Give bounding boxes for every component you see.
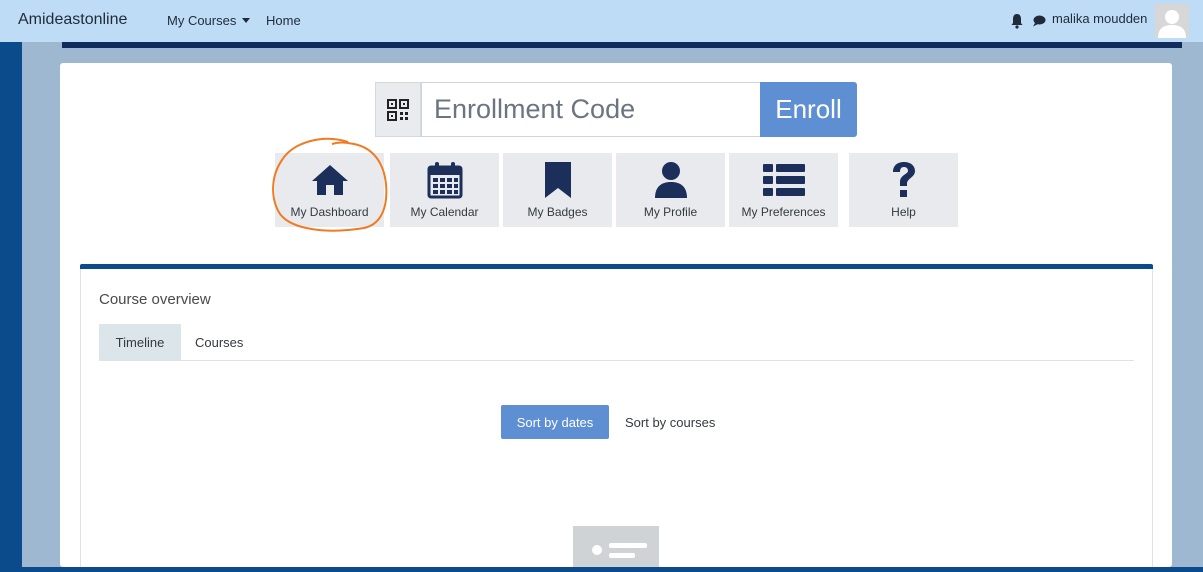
nav-my-courses[interactable]: My Courses (167, 13, 251, 28)
enroll-button[interactable]: Enroll (760, 82, 857, 137)
tab-timeline[interactable]: Timeline (99, 324, 181, 360)
calendar-icon (427, 162, 462, 199)
qr-code-icon (387, 98, 409, 121)
tile-label: My Calendar (410, 205, 479, 219)
top-navbar: Amideastonline My Courses Home malika mo… (0, 0, 1203, 42)
course-overview-title: Course overview (99, 291, 211, 308)
tile-label: My Dashboard (290, 205, 369, 219)
user-name[interactable]: malika moudden (1052, 11, 1147, 26)
chevron-down-icon (242, 18, 251, 23)
tile-label: My Preferences (741, 205, 826, 219)
user-avatar-icon (1155, 4, 1189, 38)
tab-courses[interactable]: Courses (195, 335, 243, 350)
tile-label: My Badges (527, 205, 588, 219)
sort-by-dates-button[interactable]: Sort by dates (501, 405, 609, 439)
nav-home[interactable]: Home (266, 13, 301, 28)
tile-my-preferences[interactable]: My Preferences (729, 153, 838, 227)
chat-icon[interactable] (1032, 14, 1046, 28)
avatar[interactable] (1155, 4, 1189, 38)
tile-my-profile[interactable]: My Profile (616, 153, 725, 227)
tile-label: My Profile (643, 205, 698, 219)
tile-my-badges[interactable]: My Badges (503, 153, 612, 227)
tile-help[interactable]: Help (849, 153, 958, 227)
bell-icon[interactable] (1010, 13, 1024, 29)
course-overview-block (80, 269, 1153, 567)
nav-my-courses-label: My Courses (167, 13, 237, 28)
home-icon (311, 165, 348, 195)
site-brand[interactable]: Amideastonline (18, 11, 127, 29)
header-strip (62, 42, 1182, 48)
tile-my-calendar[interactable]: My Calendar (390, 153, 499, 227)
tile-label: Help (891, 205, 916, 219)
empty-state-icon (573, 526, 659, 567)
sort-by-courses-button[interactable]: Sort by courses (625, 415, 715, 430)
tile-my-dashboard[interactable]: My Dashboard (275, 153, 384, 227)
tabs-divider (99, 360, 1134, 361)
enrollment-code-placeholder: Enrollment Code (434, 94, 636, 124)
user-icon (654, 162, 687, 198)
bookmark-icon (544, 162, 571, 198)
enrollment-code-input[interactable]: Enrollment Code (421, 82, 761, 137)
list-icon (762, 164, 805, 196)
question-icon (892, 162, 915, 197)
list-placeholder-icon (592, 543, 647, 558)
qr-scan-button[interactable] (375, 82, 421, 137)
